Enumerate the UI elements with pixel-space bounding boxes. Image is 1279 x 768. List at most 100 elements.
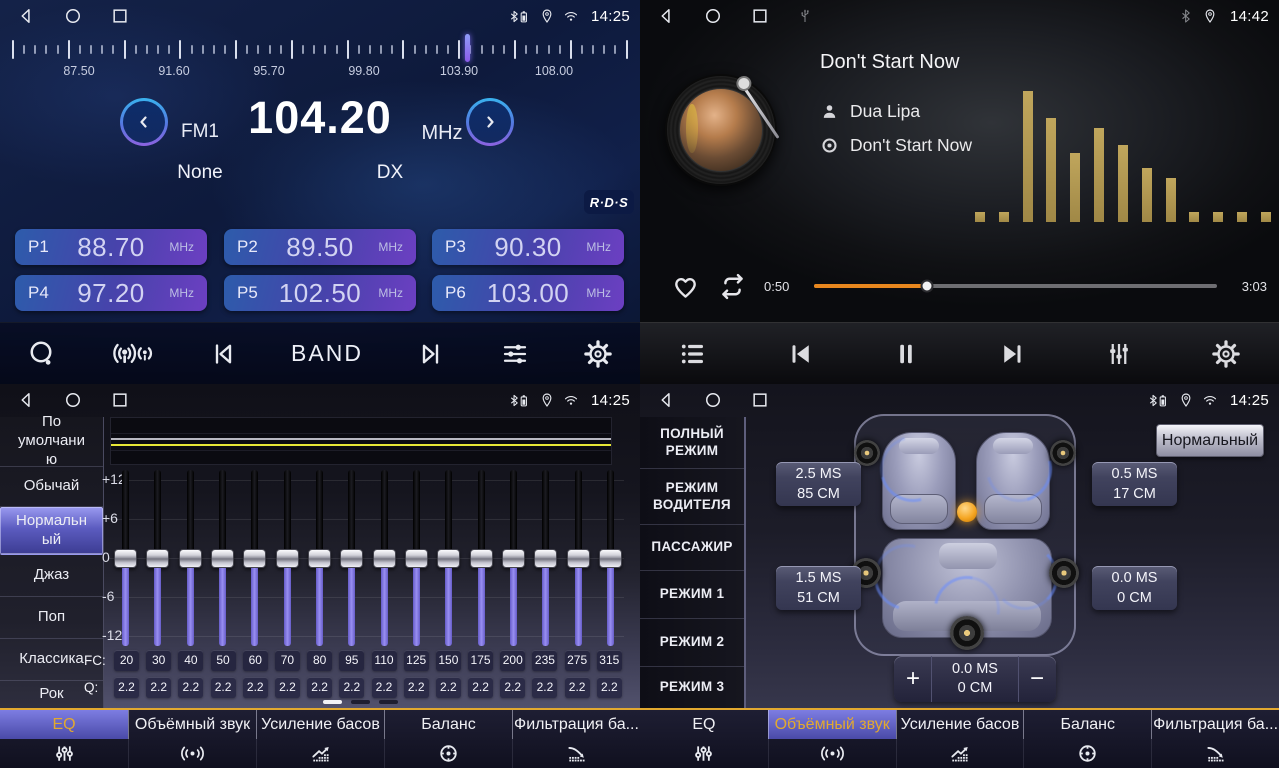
tune-down-button[interactable] bbox=[120, 98, 168, 146]
eq-page-indicator[interactable] bbox=[260, 700, 460, 704]
eq-preset-default[interactable]: По умолчанию bbox=[0, 417, 103, 467]
frequency-pointer[interactable] bbox=[465, 34, 470, 62]
eq-band-slider[interactable] bbox=[146, 470, 169, 646]
equalizer-settings-icon[interactable] bbox=[500, 339, 530, 369]
eq-band-q-value[interactable]: 2.2 bbox=[436, 677, 461, 698]
radio-preset-p5[interactable]: P5 102.50 MHz bbox=[224, 275, 416, 311]
page-indicator-dash[interactable] bbox=[351, 700, 370, 704]
eq-band-slider[interactable] bbox=[211, 470, 234, 646]
tab-label[interactable]: Объёмный звук bbox=[768, 710, 896, 739]
next-track-icon[interactable] bbox=[998, 339, 1028, 369]
tab-balance[interactable]: Баланс bbox=[1023, 710, 1151, 768]
eq-slider-thumb[interactable] bbox=[437, 549, 460, 568]
tab-filter[interactable]: Фильтрация ба... bbox=[1151, 710, 1279, 768]
home-icon[interactable] bbox=[703, 6, 723, 26]
eq-preset-normal[interactable]: Нормальный bbox=[0, 507, 103, 555]
rear-right-delay-button[interactable]: 0.0 MS 0 CM bbox=[1092, 566, 1177, 610]
eq-band-slider[interactable] bbox=[340, 470, 363, 646]
eq-band-q-value[interactable]: 2.2 bbox=[468, 677, 493, 698]
eq-slider-thumb[interactable] bbox=[502, 549, 525, 568]
tab-label[interactable]: Баланс bbox=[384, 710, 512, 739]
eq-band-slider[interactable] bbox=[502, 470, 525, 646]
eq-slider-thumb[interactable] bbox=[567, 549, 590, 568]
eq-slider-thumb[interactable] bbox=[211, 549, 234, 568]
eq-slider-thumb[interactable] bbox=[146, 549, 169, 568]
recents-icon[interactable] bbox=[750, 390, 770, 410]
pause-icon[interactable] bbox=[891, 339, 921, 369]
eq-band-slider[interactable] bbox=[437, 470, 460, 646]
eq-band-fc-value[interactable]: 20 bbox=[114, 650, 139, 671]
eq-band-fc-value[interactable]: 235 bbox=[532, 650, 557, 671]
tune-up-button[interactable] bbox=[466, 98, 514, 146]
eq-slider-thumb[interactable] bbox=[599, 549, 622, 568]
eq-band-slider[interactable] bbox=[308, 470, 331, 646]
back-icon[interactable] bbox=[16, 390, 36, 410]
mode-full[interactable]: ПОЛНЫЙ РЕЖИМ bbox=[640, 417, 744, 469]
eq-band-q-value[interactable]: 2.2 bbox=[243, 677, 268, 698]
eq-slider-thumb[interactable] bbox=[114, 549, 137, 568]
eq-band-fc-value[interactable]: 110 bbox=[372, 650, 397, 671]
eq-band-fc-value[interactable]: 175 bbox=[468, 650, 493, 671]
eq-slider-thumb[interactable] bbox=[308, 549, 331, 568]
mode-1[interactable]: РЕЖИМ 1 bbox=[640, 571, 744, 619]
tab-label[interactable]: Усиление басов bbox=[896, 710, 1024, 739]
page-indicator-dash[interactable] bbox=[379, 700, 398, 704]
eq-band-slider[interactable] bbox=[567, 470, 590, 646]
home-icon[interactable] bbox=[63, 390, 83, 410]
eq-preset-jazz[interactable]: Джаз bbox=[0, 555, 103, 597]
radio-preset-p3[interactable]: P3 90.30 MHz bbox=[432, 229, 624, 265]
mode-3[interactable]: РЕЖИМ 3 bbox=[640, 667, 744, 708]
eq-band-slider[interactable] bbox=[599, 470, 622, 646]
tab-filter[interactable]: Фильтрация ба... bbox=[512, 710, 640, 768]
gear-icon[interactable] bbox=[583, 339, 613, 369]
eq-slider-thumb[interactable] bbox=[179, 549, 202, 568]
radio-preset-p4[interactable]: P4 97.20 MHz bbox=[15, 275, 207, 311]
previous-track-icon[interactable] bbox=[785, 339, 815, 369]
eq-band-fc-value[interactable]: 315 bbox=[597, 650, 622, 671]
eq-band-fc-value[interactable]: 70 bbox=[275, 650, 300, 671]
eq-band-q-value[interactable]: 2.2 bbox=[178, 677, 203, 698]
recents-icon[interactable] bbox=[110, 390, 130, 410]
eq-band-fc-value[interactable]: 60 bbox=[243, 650, 268, 671]
page-indicator-dash[interactable] bbox=[323, 700, 342, 704]
eq-band-fc-value[interactable]: 200 bbox=[500, 650, 525, 671]
eq-slider-thumb[interactable] bbox=[534, 549, 557, 568]
tab-bass-boost[interactable]: Усиление басов bbox=[896, 710, 1024, 768]
tab-label[interactable]: Баланс bbox=[1023, 710, 1151, 739]
back-icon[interactable] bbox=[656, 390, 676, 410]
eq-band-fc-value[interactable]: 125 bbox=[404, 650, 429, 671]
surround-preset-button[interactable]: Нормальный bbox=[1156, 424, 1264, 457]
radio-preset-p6[interactable]: P6 103.00 MHz bbox=[432, 275, 624, 311]
eq-band-slider[interactable] bbox=[470, 470, 493, 646]
eq-slider-thumb[interactable] bbox=[470, 549, 493, 568]
eq-band-q-value[interactable]: 2.2 bbox=[404, 677, 429, 698]
eq-slider-thumb[interactable] bbox=[276, 549, 299, 568]
mode-driver[interactable]: РЕЖИМ ВОДИТЕЛЯ bbox=[640, 469, 744, 525]
album-art[interactable] bbox=[665, 74, 777, 186]
eq-band-slider[interactable] bbox=[373, 470, 396, 646]
eq-band-slider[interactable] bbox=[276, 470, 299, 646]
favorite-heart-icon[interactable] bbox=[670, 271, 701, 302]
eq-band-q-value[interactable]: 2.2 bbox=[597, 677, 622, 698]
tab-label[interactable]: Фильтрация ба... bbox=[1151, 710, 1279, 739]
tab-label[interactable]: Фильтрация ба... bbox=[512, 710, 640, 739]
eq-band-fc-value[interactable]: 275 bbox=[565, 650, 590, 671]
rear-left-delay-button[interactable]: 1.5 MS 51 CM bbox=[776, 566, 861, 610]
tab-balance[interactable]: Баланс bbox=[384, 710, 512, 768]
eq-band-q-value[interactable]: 2.2 bbox=[339, 677, 364, 698]
tab-surround-sound[interactable]: Объёмный звук bbox=[768, 710, 896, 768]
mode-2[interactable]: РЕЖИМ 2 bbox=[640, 619, 744, 667]
eq-slider-thumb[interactable] bbox=[243, 549, 266, 568]
eq-band-slider[interactable] bbox=[114, 470, 137, 646]
eq-band-fc-value[interactable]: 40 bbox=[178, 650, 203, 671]
frequency-scale[interactable] bbox=[12, 36, 628, 62]
eq-band-q-value[interactable]: 2.2 bbox=[372, 677, 397, 698]
eq-band-q-value[interactable]: 2.2 bbox=[532, 677, 557, 698]
eq-band-fc-value[interactable]: 80 bbox=[307, 650, 332, 671]
audio-fader-icon[interactable] bbox=[1104, 339, 1134, 369]
tab-eq[interactable]: EQ bbox=[0, 710, 128, 768]
eq-band-slider[interactable] bbox=[243, 470, 266, 646]
gear-icon[interactable] bbox=[1211, 339, 1241, 369]
back-icon[interactable] bbox=[656, 6, 676, 26]
eq-band-q-value[interactable]: 2.2 bbox=[146, 677, 171, 698]
